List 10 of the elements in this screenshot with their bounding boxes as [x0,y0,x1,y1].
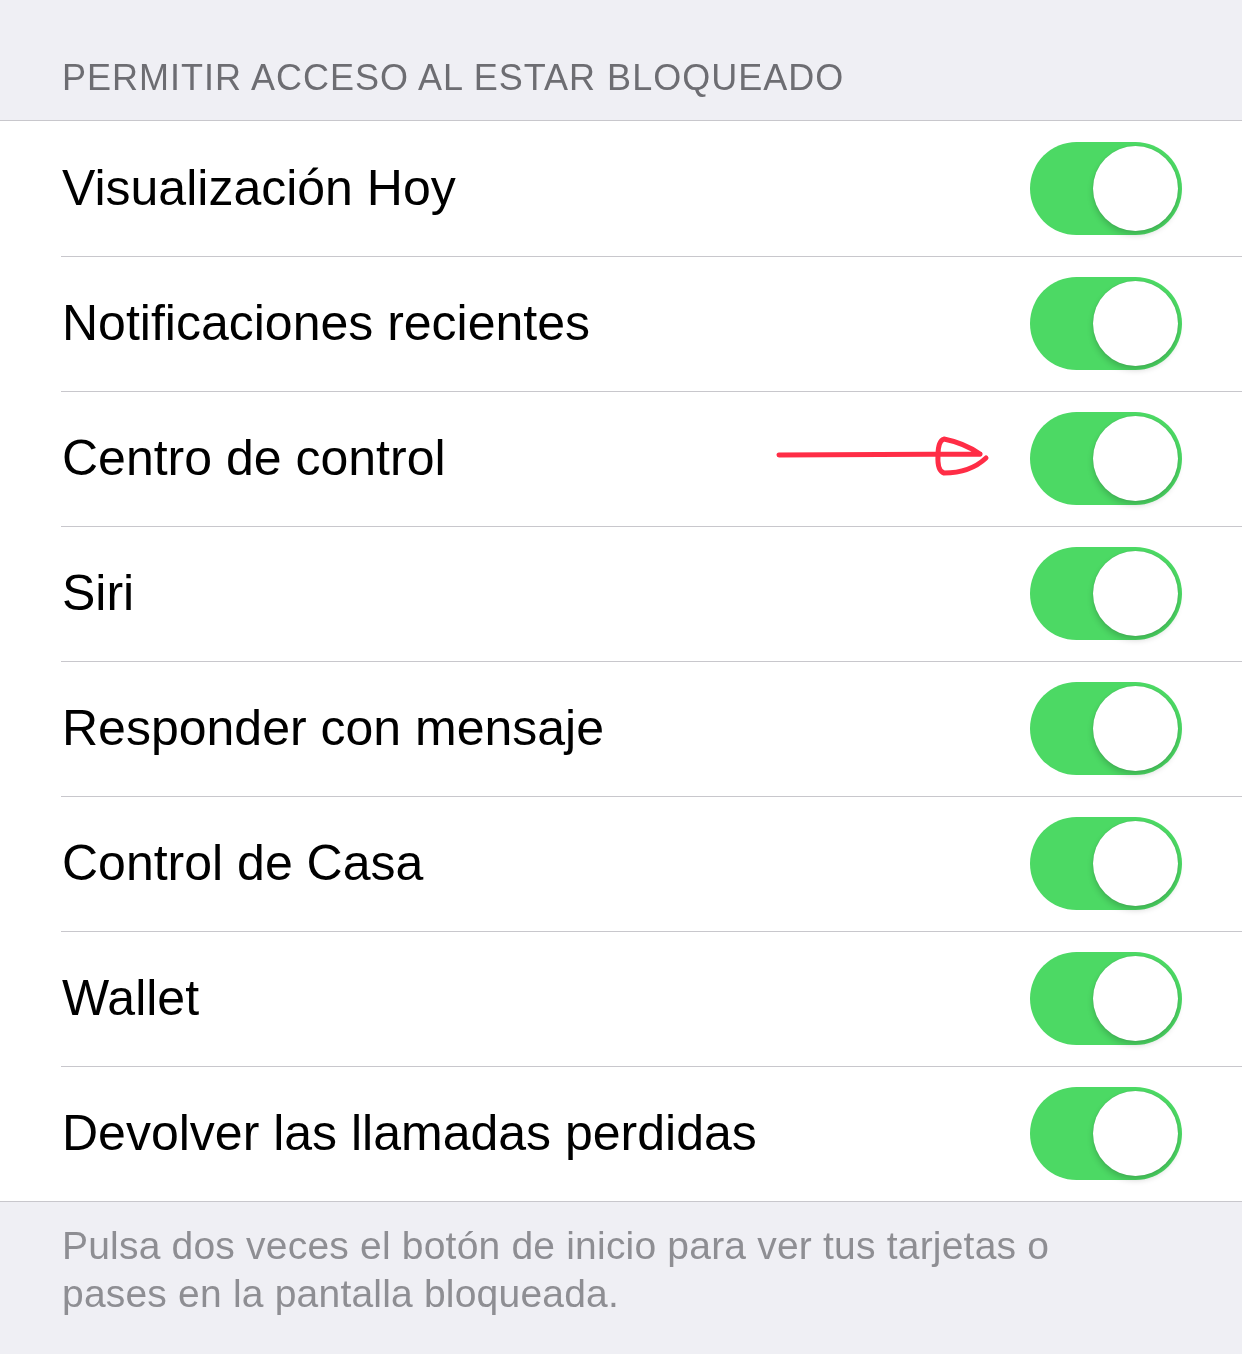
setting-label: Devolver las llamadas perdidas [62,1106,757,1161]
setting-label: Siri [62,566,135,621]
setting-label: Visualización Hoy [62,161,456,216]
section-header: PERMITIR ACCESO AL ESTAR BLOQUEADO [62,60,845,96]
setting-label: Control de Casa [62,836,424,891]
setting-label: Responder con mensaje [62,701,604,756]
setting-label: Centro de control [62,431,446,486]
footer-note: Pulsa dos veces el botón de inicio para ver tus tarjetas o pases en la pantalla bloqueada. [62,1223,1051,1317]
setting-label: Notificaciones recientes [62,296,591,351]
setting-label: Wallet [62,971,200,1026]
